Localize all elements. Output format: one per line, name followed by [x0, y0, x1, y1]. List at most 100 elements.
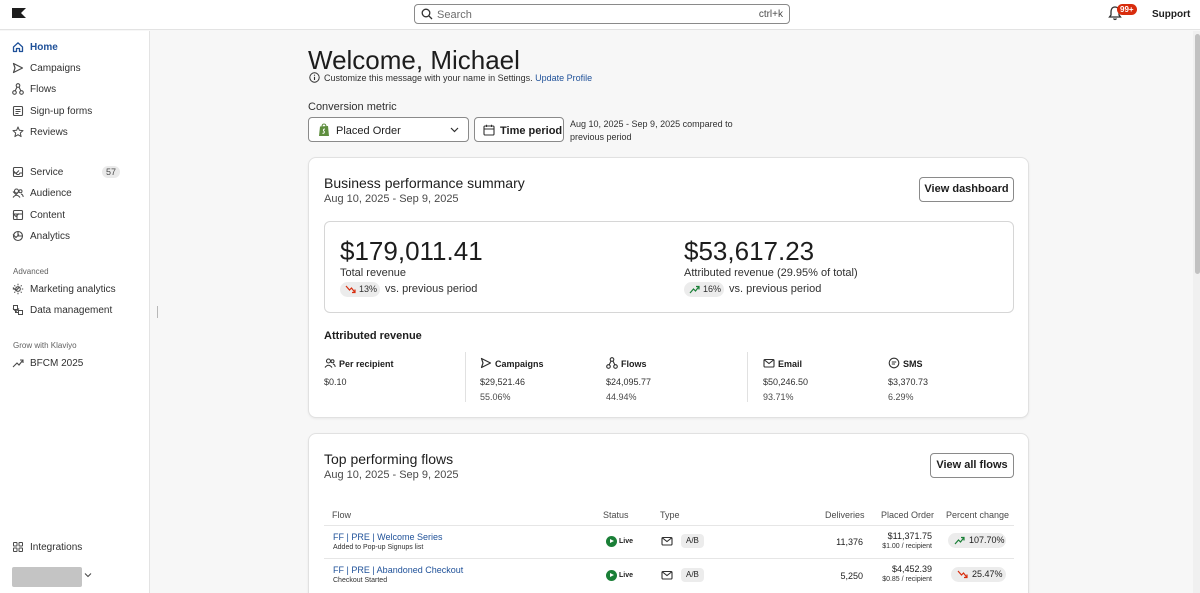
live-icon [606, 570, 617, 581]
search-input[interactable]: Search ctrl+k [414, 4, 790, 24]
sms-icon [888, 357, 900, 369]
sidebar-item-audience[interactable]: Audience [12, 186, 138, 202]
scrollbar-thumb[interactable] [1195, 34, 1200, 274]
chevron-down-icon[interactable] [84, 572, 92, 578]
update-profile-link[interactable]: Update Profile [535, 73, 592, 83]
sidebar-item-marketing-analytics[interactable]: Marketing analytics [12, 282, 138, 298]
column-header[interactable]: Type [660, 510, 680, 520]
placed-order-cell: $11,371.75 $1.00 / recipient [842, 531, 932, 550]
period-description: Aug 10, 2025 - Sep 9, 2025 compared to p… [570, 119, 733, 142]
sidebar-item-label: Integrations [30, 542, 83, 553]
star-icon [12, 126, 24, 138]
page-title: Welcome, Michael [308, 45, 520, 75]
info-icon [309, 72, 320, 83]
calendar-icon [483, 124, 495, 136]
attributed-revenue-heading: Attributed revenue [324, 330, 422, 342]
total-revenue-value: $179,011.41 [340, 236, 483, 266]
card-title: Business performance summary [324, 175, 525, 191]
placed-order-value: $4,452.39 [891, 564, 932, 574]
account-switcher[interactable] [12, 567, 82, 587]
column-header[interactable]: Deliveries [825, 510, 865, 520]
card-title: Top performing flows [324, 451, 454, 467]
mail-icon [661, 536, 673, 546]
view-dashboard-button[interactable]: View dashboard [919, 177, 1014, 202]
chevron-down-icon [12, 213, 20, 218]
time-period-button[interactable]: Time period [474, 117, 564, 142]
send-icon [480, 357, 492, 369]
home-icon [12, 42, 24, 53]
flow-trigger: Checkout Started [333, 577, 388, 584]
sidebar-item-analytics[interactable]: Analytics [12, 229, 138, 245]
sidebar-item-reviews[interactable]: Reviews [12, 125, 138, 141]
sidebar-item-bfcm[interactable]: BFCM 2025 [12, 356, 138, 372]
sidebar-item-integrations[interactable]: Integrations [12, 540, 138, 556]
sidebar-item-label: Flows [30, 84, 57, 95]
flow-name-link[interactable]: FF | PRE | Abandoned Checkout [333, 565, 463, 575]
per-recipient-value: $1.00 / recipient [882, 543, 932, 550]
change-value: 25.47% [972, 569, 1003, 579]
support-link[interactable]: Support [1152, 9, 1190, 20]
stat-value: $50,246.50 [763, 377, 809, 387]
type-badge: A/B [681, 534, 704, 548]
sidebar-resize-handle[interactable] [157, 306, 158, 318]
stat-percent: 44.94% [606, 392, 637, 402]
sidebar: Home Campaigns Flows Sign-up forms Revie… [0, 31, 150, 593]
column-header[interactable]: Percent change [946, 510, 1009, 520]
conversion-metric-select[interactable]: Placed Order [308, 117, 469, 142]
sidebar-item-label: Campaigns [30, 63, 81, 74]
metric-value: Placed Order [336, 125, 401, 137]
chevron-down-icon [12, 308, 20, 313]
vs-label: vs. previous period [385, 283, 478, 295]
stat-value: $29,521.46 [480, 377, 526, 387]
view-all-flows-button[interactable]: View all flows [930, 453, 1014, 478]
column-header[interactable]: Status [603, 510, 629, 520]
column-header[interactable]: Flow [332, 510, 351, 520]
conversion-metric-label: Conversion metric [308, 101, 397, 113]
column-header[interactable]: Placed Order [881, 510, 934, 520]
sidebar-item-label: Content [30, 210, 66, 221]
sidebar-item-flows[interactable]: Flows [12, 82, 138, 98]
stat-label: Campaigns [495, 359, 544, 369]
sidebar-item-signup-forms[interactable]: Sign-up forms [12, 104, 138, 120]
flows-icon [12, 83, 24, 95]
sidebar-item-label: Sign-up forms [30, 106, 93, 117]
trending-up-icon [12, 359, 24, 368]
sidebar-item-content[interactable]: Content [12, 208, 138, 224]
form-icon [12, 105, 24, 117]
send-icon [12, 62, 24, 74]
sidebar-item-service[interactable]: Service 57 [12, 165, 138, 181]
chevron-down-icon [12, 191, 20, 196]
sidebar-item-campaigns[interactable]: Campaigns [12, 61, 138, 77]
advanced-heading: Advanced [13, 267, 49, 276]
change-value: 16% [703, 284, 722, 294]
stat-value: $3,370.73 [888, 377, 929, 387]
chevron-down-icon [12, 170, 20, 175]
sidebar-item-label: BFCM 2025 [30, 358, 84, 369]
klaviyo-logo[interactable] [12, 8, 26, 18]
placed-order-value: $11,371.75 [887, 531, 932, 541]
chevron-down-icon [12, 287, 20, 292]
mail-icon [763, 358, 775, 368]
business-performance-card: Business performance summary Aug 10, 202… [308, 157, 1029, 418]
flows-icon [606, 357, 618, 369]
search-placeholder: Search [437, 9, 472, 21]
mail-icon [661, 570, 673, 580]
change-pill: 13% [340, 282, 380, 297]
stat-percent: 93.71% [763, 392, 794, 402]
per-recipient-value: $0.85 / recipient [882, 576, 932, 583]
flow-name-link[interactable]: FF | PRE | Welcome Series [333, 532, 443, 542]
live-icon [606, 536, 617, 547]
sidebar-item-label: Data management [30, 305, 113, 316]
search-icon [421, 8, 433, 20]
card-date-range: Aug 10, 2025 - Sep 9, 2025 [324, 469, 459, 481]
status-label: Live [619, 572, 634, 579]
sidebar-item-data-management[interactable]: Data management [12, 303, 138, 319]
attributed-revenue-label: Attributed revenue (29.95% of total) [684, 267, 858, 279]
divider [324, 525, 1014, 526]
sidebar-item-home[interactable]: Home [12, 40, 138, 56]
change-value: 107.70% [969, 535, 1005, 545]
flow-trigger: Added to Pop-up Signups list [333, 544, 424, 551]
trend-up-icon [689, 285, 700, 294]
top-flows-card: Top performing flows Aug 10, 2025 - Sep … [308, 433, 1029, 593]
trend-down-icon [345, 285, 356, 294]
